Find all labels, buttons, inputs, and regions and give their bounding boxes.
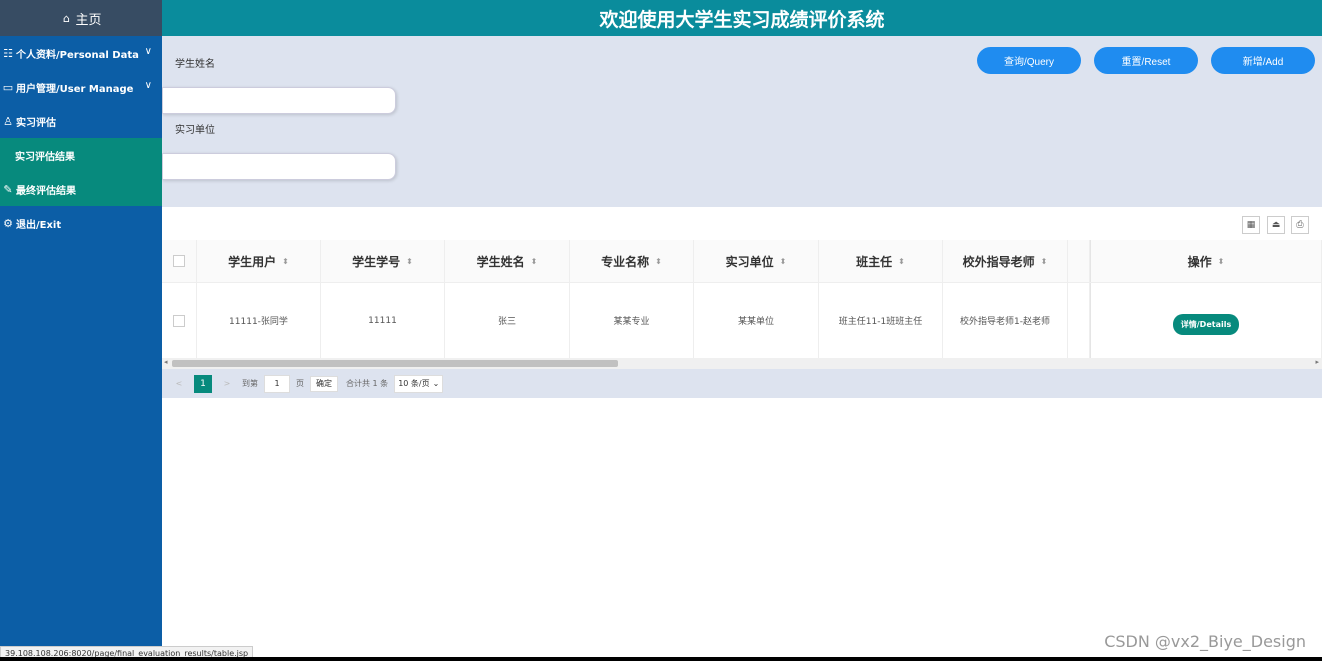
row-checkbox[interactable] [173, 315, 185, 327]
column-header-major[interactable]: 专业名称 ⬍ [570, 240, 694, 282]
window-bottom-edge [0, 657, 1322, 661]
cell-major: 某某专业 [570, 283, 694, 358]
column-header-hidden [1068, 240, 1090, 282]
column-header-name[interactable]: 学生姓名 ⬍ [445, 240, 570, 282]
sort-icon: ⬍ [655, 256, 662, 266]
sort-icon: ⬍ [406, 256, 413, 266]
horizontal-scrollbar[interactable]: ◂ ▸ [162, 358, 1322, 369]
sidebar-item-label: 实习评估结果 [15, 151, 75, 163]
scrollbar-thumb[interactable] [172, 360, 618, 367]
sidebar-home[interactable]: ⌂ 主页 [0, 0, 162, 36]
next-page-icon[interactable]: > [218, 375, 236, 393]
watermark: CSDN @vx2_Biye_Design [1104, 632, 1306, 651]
column-header-user[interactable]: 学生用户 ⬍ [197, 240, 321, 282]
export-icon[interactable]: ⏏ [1267, 216, 1285, 234]
person-icon: ♙ [3, 114, 13, 128]
add-button[interactable]: 新增/Add [1211, 47, 1315, 74]
results-table: 学生用户 ⬍ 学生学号 ⬍ 学生姓名 ⬍ 专业名称 ⬍ 实习单位 ⬍ 班主任 ⬍ 校外指导老… [162, 240, 1322, 358]
scroll-right-icon[interactable]: ▸ [1315, 358, 1319, 366]
column-header-teacher[interactable]: 班主任 ⬍ [819, 240, 943, 282]
sort-icon: ⬍ [530, 256, 538, 266]
total-count: 合计共 1 条 [346, 379, 389, 388]
cell-hidden [1068, 283, 1090, 358]
page-header: 欢迎使用大学生实习成绩评价系统 [162, 0, 1322, 36]
sidebar-item-label: 用户管理/User Manage [16, 83, 134, 95]
sort-icon: ⬍ [779, 256, 787, 266]
current-page-button[interactable]: 1 [194, 374, 212, 393]
internship-unit-input[interactable] [162, 153, 396, 180]
goto-label: 到第 [242, 379, 258, 388]
chevron-down-icon: ⌄ [432, 379, 440, 388]
monitor-icon: ▭ [2, 80, 14, 94]
page-size-select[interactable]: 10 条/页 ⌄ [394, 374, 444, 393]
cell-actions: 详情/Details [1090, 283, 1322, 358]
chevron-down-icon: ∨ [144, 46, 152, 57]
column-header-mentor[interactable]: 校外指导老师 ⬍ [943, 240, 1068, 282]
cell-user: 11111-张同学 [197, 283, 321, 358]
goto-page-input[interactable]: 1 [264, 374, 290, 393]
reset-button[interactable]: 重置/Reset [1094, 47, 1198, 74]
column-header-unit[interactable]: 实习单位 ⬍ [694, 240, 819, 282]
sidebar-item-personal-data[interactable]: ☷ 个人资料/Personal Data ∨ [0, 36, 162, 70]
goto-confirm-button[interactable]: 确定 [310, 375, 338, 392]
chevron-down-icon: ∨ [144, 80, 152, 91]
user-list-icon: ☷ [3, 46, 13, 60]
cell-mentor: 校外指导老师1-赵老师 [943, 283, 1068, 358]
columns-icon[interactable]: ▦ [1242, 216, 1260, 234]
table-header: 学生用户 ⬍ 学生学号 ⬍ 学生姓名 ⬍ 专业名称 ⬍ 实习单位 ⬍ 班主任 ⬍ 校外指导老… [162, 240, 1322, 283]
page-unit-label: 页 [296, 379, 304, 388]
sidebar: ⌂ 主页 ☷ 个人资料/Personal Data ∨ ▭ 用户管理/User … [0, 0, 162, 661]
page-title: 欢迎使用大学生实习成绩评价系统 [599, 8, 885, 31]
student-name-input[interactable] [162, 87, 396, 114]
details-button[interactable]: 详情/Details [1172, 314, 1240, 335]
table-row: 11111-张同学 11111 张三 某某专业 某某单位 班主任11-1班班主任… [162, 283, 1322, 358]
cell-student-no: 11111 [321, 283, 445, 358]
sidebar-item-internship-eval[interactable]: ♙ 实习评估 [0, 104, 162, 138]
sort-icon: ⬍ [1040, 256, 1048, 266]
sort-icon: ⬍ [898, 256, 905, 266]
scroll-left-icon[interactable]: ◂ [164, 358, 168, 366]
cell-unit: 某某单位 [694, 283, 819, 358]
sidebar-item-exit[interactable]: ⚙ 退出/Exit [0, 206, 162, 240]
print-icon[interactable]: ⎙ [1291, 216, 1309, 234]
sort-icon: ⬍ [1217, 256, 1225, 266]
edit-icon: ✎ [3, 182, 13, 196]
sidebar-item-user-manage[interactable]: ▭ 用户管理/User Manage ∨ [0, 70, 162, 104]
sidebar-item-label: 实习评估 [16, 117, 56, 129]
pagination: < 1 > 到第 1 页 确定 合计共 1 条 10 条/页 ⌄ [162, 369, 1322, 398]
sidebar-item-label: 退出/Exit [16, 219, 62, 231]
sidebar-item-eval-results[interactable]: 实习评估结果 [0, 138, 162, 172]
select-all-cell [162, 240, 197, 282]
exit-icon: ⚙ [3, 216, 13, 230]
home-icon: ⌂ [62, 11, 70, 25]
column-header-student-no[interactable]: 学生学号 ⬍ [321, 240, 445, 282]
home-label: 主页 [75, 12, 102, 28]
query-button[interactable]: 查询/Query [977, 47, 1081, 74]
internship-unit-label: 实习单位 [175, 125, 215, 136]
column-header-actions[interactable]: 操作 ⬍ [1090, 240, 1322, 282]
row-select-cell [162, 283, 197, 358]
search-panel: 学生姓名 实习单位 查询/Query 重置/Reset 新增/Add [162, 36, 1322, 207]
sidebar-item-final-results[interactable]: ✎ 最终评估结果 [0, 172, 162, 206]
student-name-label: 学生姓名 [175, 59, 215, 70]
cell-teacher: 班主任11-1班班主任 [819, 283, 943, 358]
sidebar-item-label: 最终评估结果 [16, 185, 76, 197]
select-all-checkbox[interactable] [173, 255, 185, 267]
sidebar-item-label: 个人资料/Personal Data [16, 49, 139, 61]
sort-icon: ⬍ [282, 256, 289, 266]
cell-name: 张三 [445, 283, 570, 358]
prev-page-icon[interactable]: < [170, 375, 188, 393]
